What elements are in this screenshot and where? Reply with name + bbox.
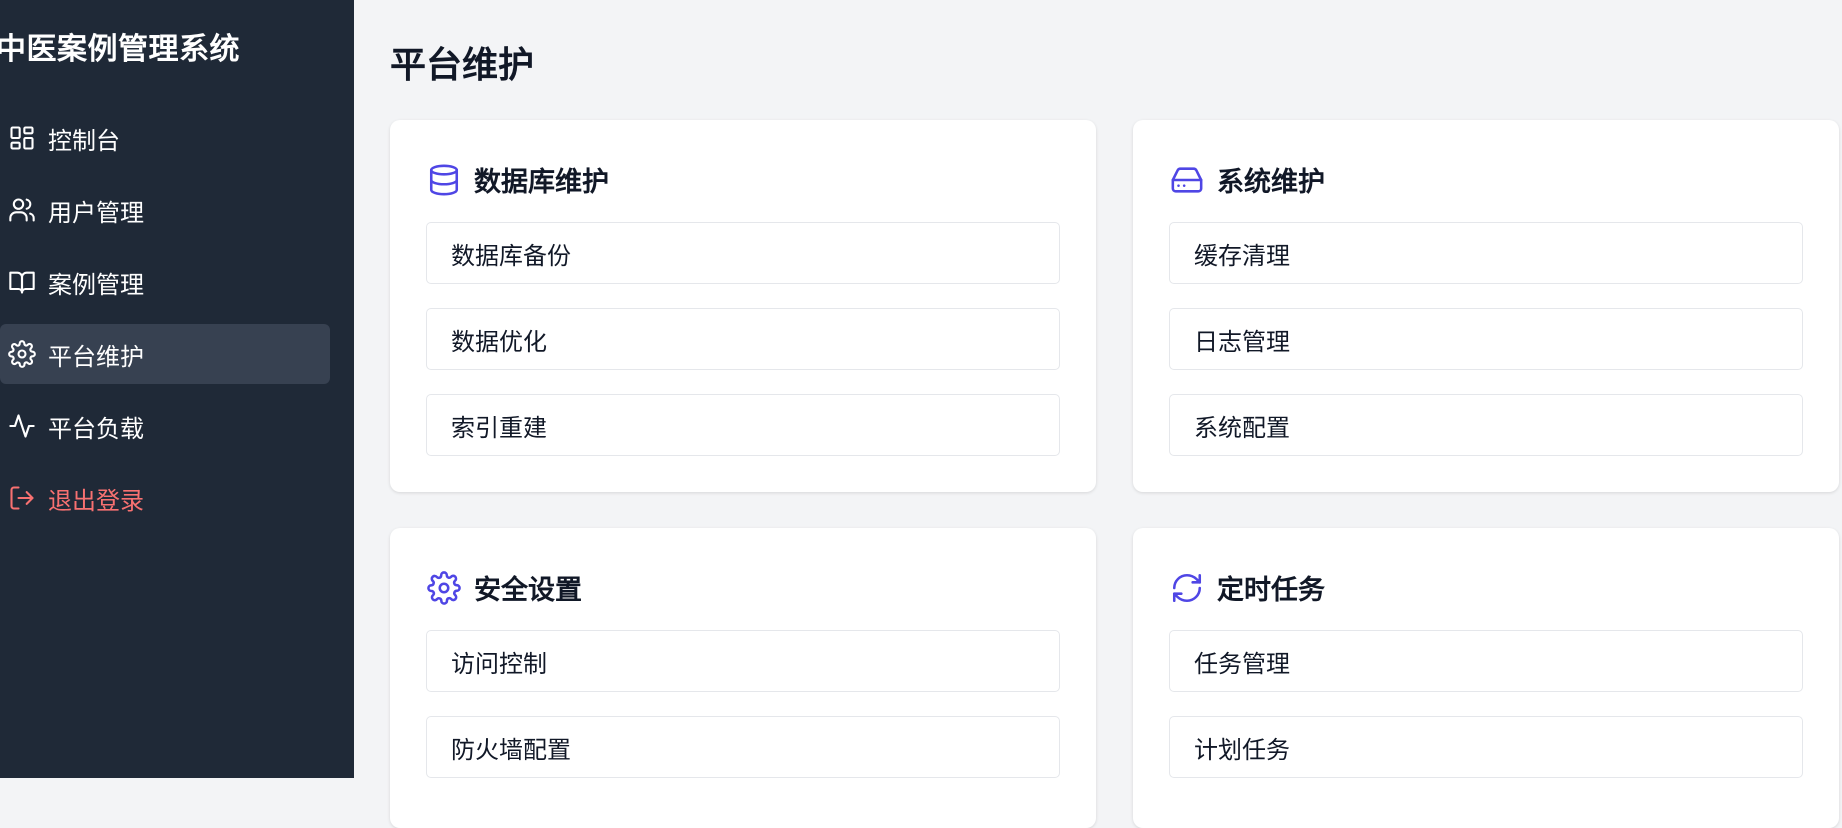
page-title: 平台维护 <box>390 45 535 86</box>
logout-icon <box>8 484 36 512</box>
gear-icon <box>8 340 36 368</box>
task-management-button[interactable]: 任务管理 <box>1169 630 1803 692</box>
card-header: 数据库维护 <box>426 160 609 199</box>
card-header: 定时任务 <box>1169 568 1325 607</box>
database-maintenance-card: 数据库维护 数据库备份 数据优化 索引重建 <box>390 120 1096 492</box>
card-title: 数据库维护 <box>474 167 609 198</box>
index-rebuild-button[interactable]: 索引重建 <box>426 394 1060 456</box>
sidebar-item-label: 退出登录 <box>48 486 144 515</box>
gear-icon <box>426 570 462 606</box>
sidebar-item-label: 控制台 <box>48 126 120 155</box>
sidebar-item-users[interactable]: 用户管理 <box>0 180 330 240</box>
dashboard-icon <box>8 124 36 152</box>
cache-clear-button[interactable]: 缓存清理 <box>1169 222 1803 284</box>
app-title: 中医案例管理系统 <box>0 32 240 67</box>
sidebar-item-label: 用户管理 <box>48 198 144 227</box>
scheduled-tasks-card: 定时任务 任务管理 计划任务 <box>1133 528 1839 828</box>
sidebar-item-cases[interactable]: 案例管理 <box>0 252 330 312</box>
main-content: 平台维护 数据库维护 数据库备份 数据优化 索引重建 系统维护 缓存清理 日志管… <box>354 0 1842 828</box>
hard-drive-icon <box>1169 162 1205 198</box>
users-icon <box>8 196 36 224</box>
card-title: 系统维护 <box>1217 167 1325 198</box>
database-backup-button[interactable]: 数据库备份 <box>426 222 1060 284</box>
card-header: 安全设置 <box>426 568 582 607</box>
access-control-button[interactable]: 访问控制 <box>426 630 1060 692</box>
card-header: 系统维护 <box>1169 160 1325 199</box>
activity-icon <box>8 412 36 440</box>
sidebar-item-logout[interactable]: 退出登录 <box>0 468 330 528</box>
sidebar-item-label: 案例管理 <box>48 270 144 299</box>
sidebar: 中医案例管理系统 控制台 用户管理 案例管理 平台维护 平台负载 退出登录 <box>0 0 354 778</box>
sidebar-item-label: 平台负载 <box>48 414 144 443</box>
card-title: 安全设置 <box>474 575 582 606</box>
log-management-button[interactable]: 日志管理 <box>1169 308 1803 370</box>
firewall-config-button[interactable]: 防火墙配置 <box>426 716 1060 778</box>
data-optimize-button[interactable]: 数据优化 <box>426 308 1060 370</box>
sidebar-item-dashboard[interactable]: 控制台 <box>0 108 330 168</box>
card-title: 定时任务 <box>1217 575 1325 606</box>
system-maintenance-card: 系统维护 缓存清理 日志管理 系统配置 <box>1133 120 1839 492</box>
scheduled-task-button[interactable]: 计划任务 <box>1169 716 1803 778</box>
sidebar-item-maintenance[interactable]: 平台维护 <box>0 324 330 384</box>
sidebar-item-load[interactable]: 平台负载 <box>0 396 330 456</box>
database-icon <box>426 162 462 198</box>
sidebar-item-label: 平台维护 <box>48 342 144 371</box>
book-icon <box>8 268 36 296</box>
system-config-button[interactable]: 系统配置 <box>1169 394 1803 456</box>
refresh-icon <box>1169 570 1205 606</box>
sidebar-nav: 控制台 用户管理 案例管理 平台维护 平台负载 退出登录 <box>0 108 354 540</box>
security-settings-card: 安全设置 访问控制 防火墙配置 <box>390 528 1096 828</box>
